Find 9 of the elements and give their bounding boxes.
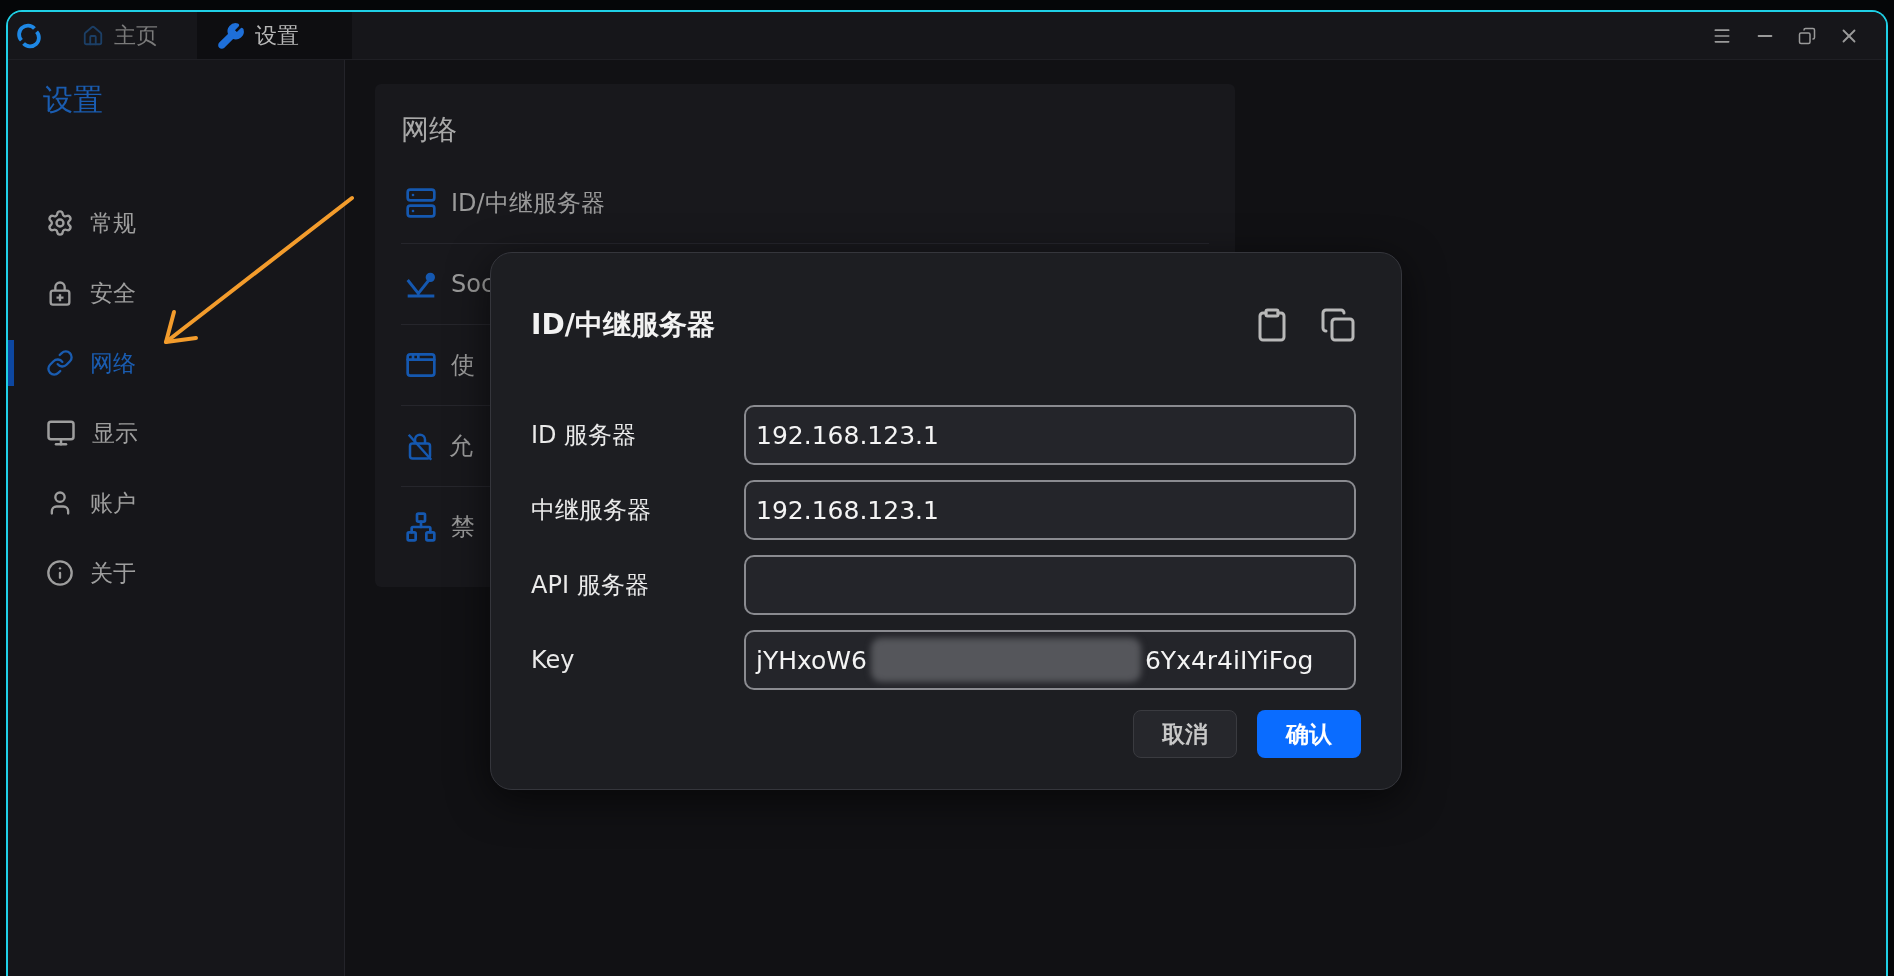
field-label: Key [531, 646, 576, 674]
key-value: 6Yx4r4iIYiFog [1144, 645, 1314, 675]
field-label: API 服务器 [531, 570, 650, 601]
field-label: 中继服务器 [531, 495, 652, 526]
sidebar-title: 设置 [42, 81, 104, 119]
panel-title: 网络 [401, 112, 458, 148]
field-label: ID 服务器 [531, 420, 638, 451]
key-value: jYHxoW6 [756, 645, 867, 675]
dialog-title: ID/中继服务器 [531, 307, 716, 343]
